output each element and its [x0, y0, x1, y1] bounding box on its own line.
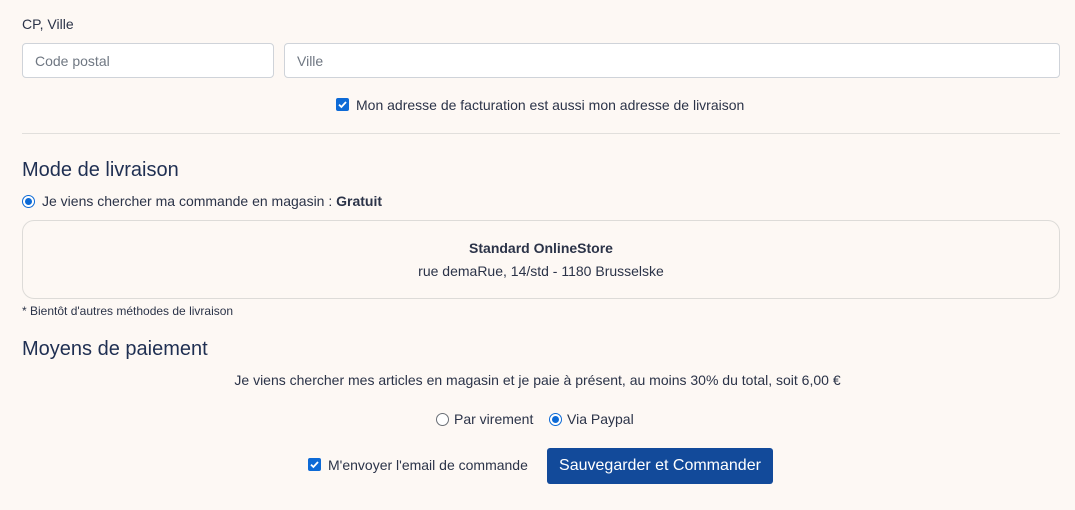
pickup-option-text: Je viens chercher ma commande en magasin… — [42, 193, 333, 209]
store-address: rue demaRue, 14/std - 1180 Brusselske — [418, 263, 664, 279]
pickup-price: Gratuit — [336, 193, 383, 209]
send-email-label[interactable]: M'envoyer l'email de commande — [328, 457, 528, 473]
store-name: Standard OnlineStore — [469, 240, 613, 256]
store-card: Standard OnlineStore rue demaRue, 14/std… — [22, 220, 1060, 299]
postal-city-label: CP, Ville — [22, 16, 74, 32]
paypal-radio[interactable] — [549, 413, 562, 426]
section-divider — [22, 133, 1060, 134]
save-and-order-button[interactable]: Sauvegarder et Commander — [547, 448, 773, 484]
send-email-checkbox[interactable] — [308, 458, 321, 471]
bank-transfer-radio[interactable] — [436, 413, 449, 426]
paypal-label[interactable]: Via Paypal — [567, 411, 634, 427]
pickup-radio[interactable] — [22, 195, 35, 208]
delivery-note: * Bientôt d'autres méthodes de livraison — [22, 304, 234, 318]
checkmark-icon — [310, 461, 319, 469]
payment-title: Moyens de paiement — [22, 338, 208, 360]
postal-code-input[interactable] — [22, 43, 274, 78]
payment-info: Je viens chercher mes articles en magasi… — [234, 372, 841, 388]
same-address-label[interactable]: Mon adresse de facturation est aussi mon… — [356, 97, 744, 113]
city-input[interactable] — [284, 43, 1060, 78]
checkmark-icon — [338, 101, 347, 109]
pickup-option-label[interactable]: Je viens chercher ma commande en magasin… — [42, 193, 382, 209]
delivery-title: Mode de livraison — [22, 159, 179, 181]
same-address-checkbox[interactable] — [336, 98, 349, 111]
bank-transfer-label[interactable]: Par virement — [454, 411, 533, 427]
